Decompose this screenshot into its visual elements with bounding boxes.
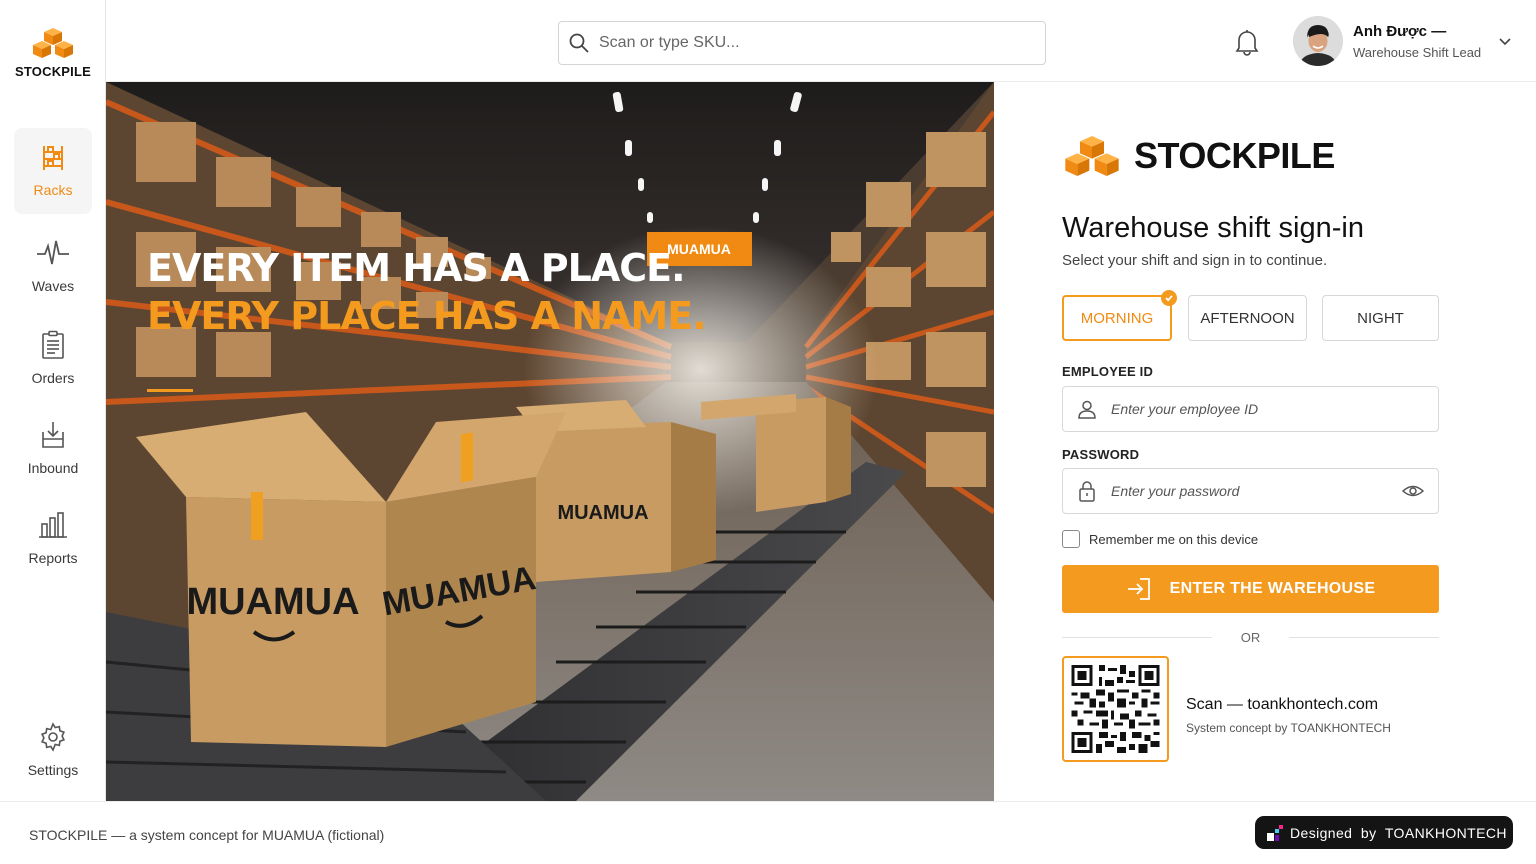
sidebar-item-inbound[interactable]: Inbound [14,404,92,490]
shift-label: NIGHT [1357,309,1404,327]
user-menu-toggle[interactable] [1498,34,1512,52]
designed-by-text: Designed by TOANKHONTECH [1290,824,1507,841]
sidebar-item-label: Waves [31,278,75,294]
sidebar-item-label: Orders [31,370,75,386]
sidebar-item-label: Racks [33,182,73,198]
top-bar: Anh Được — Warehouse Shift Lead [106,0,1536,82]
checkbox[interactable] [1062,530,1080,548]
footer: STOCKPILE — a system concept for MUAMUA … [0,801,1536,864]
user-role: Warehouse Shift Lead [1353,44,1482,60]
sidebar-item-racks[interactable]: Racks [14,128,92,214]
qr-subtitle: System concept by TOANKHONTECH [1186,721,1391,735]
sidebar-item-orders[interactable]: Orders [14,314,92,400]
hero-image: MUAMUA MUAMUA MUAMUA MUAMUA EVERY ITEM H… [106,82,994,801]
login-icon [1127,578,1150,600]
sidebar: STOCKPILE Racks Waves Orders Inbound Rep… [0,0,106,801]
hero-line-2: EVERY PLACE HAS A NAME. [147,294,707,338]
user-name: Anh Được — [1353,22,1447,40]
hero-headline: EVERY ITEM HAS A PLACE. EVERY PLACE HAS … [147,244,707,340]
bell-icon [1235,30,1259,56]
qr-code[interactable] [1062,656,1169,762]
footer-text: STOCKPILE — a system concept for MUAMUA … [29,827,385,843]
shift-morning-button[interactable]: MORNING [1062,290,1177,341]
checkmark-icon [1161,290,1177,306]
hero-line-1: EVERY ITEM HAS A PLACE. [147,246,686,290]
password-field[interactable] [1062,468,1439,514]
brand-logo[interactable]: STOCKPILE [0,26,106,79]
warehouse-photo: MUAMUA MUAMUA MUAMUA MUAMUA [106,82,994,801]
sidebar-item-waves[interactable]: Waves [14,222,92,308]
page-subtitle: Select your shift and sign in to continu… [1062,252,1328,269]
notifications-button[interactable] [1234,28,1260,61]
divider-line [1289,637,1439,638]
waves-icon [37,240,69,265]
sidebar-item-label: Inbound [27,460,79,476]
user-menu[interactable]: Anh Được — Warehouse Shift Lead [1293,16,1481,66]
inbound-icon [42,422,64,448]
remember-me-checkbox[interactable]: Remember me on this device [1062,530,1258,548]
panel-logo: STOCKPILE [1060,132,1335,180]
sidebar-item-label: Settings [27,762,79,778]
qr-code-icon [1071,665,1160,753]
remember-me-label: Remember me on this device [1089,531,1259,547]
avatar [1293,16,1343,66]
box-label: MUAMUA [186,581,359,623]
password-input[interactable] [1111,483,1381,499]
employee-id-label: EMPLOYEE ID [1062,364,1154,379]
password-label: PASSWORD [1062,447,1140,462]
user-icon [1078,400,1096,419]
lock-icon [1079,481,1095,502]
brand-name: STOCKPILE [15,64,91,79]
shift-afternoon-button[interactable]: AFTERNOON [1188,295,1307,341]
shift-night-button[interactable]: NIGHT [1322,295,1439,341]
reports-icon [39,512,67,538]
panel-brand-name: STOCKPILE [1134,135,1335,176]
search-icon [569,33,589,53]
shift-label: MORNING [1080,309,1154,327]
orders-icon [42,330,64,359]
sidebar-item-label: Reports [28,550,78,566]
hero-accent-line [147,389,193,392]
racks-icon [43,146,63,170]
qr-title: Scan — toankhontech.com [1186,696,1379,713]
chevron-down-icon [1499,38,1511,46]
enter-warehouse-button[interactable]: ENTER THE WAREHOUSE [1062,565,1439,613]
sidebar-item-settings[interactable]: Settings [14,706,92,792]
box-label: MUAMUA [557,502,648,524]
or-divider: OR [1062,630,1439,646]
designed-by-badge[interactable]: Designed by TOANKHONTECH [1255,816,1513,849]
employee-id-field[interactable] [1062,386,1439,432]
search-input[interactable] [599,34,1019,52]
enter-warehouse-label: ENTER THE WAREHOUSE [1169,580,1376,597]
search-box[interactable] [558,21,1046,65]
page-title: Warehouse shift sign-in [1062,212,1364,244]
eye-icon [1401,485,1425,497]
stacked-boxes-icon [33,28,73,58]
show-password-toggle[interactable] [1401,482,1425,505]
designer-logo-icon [1267,824,1283,841]
employee-id-input[interactable] [1111,401,1381,417]
login-panel: STOCKPILE Warehouse shift sign-in Select… [994,82,1536,801]
stacked-boxes-icon [1065,136,1119,176]
shift-label: AFTERNOON [1200,309,1295,327]
sidebar-item-reports[interactable]: Reports [14,494,92,580]
gear-icon [40,722,66,752]
